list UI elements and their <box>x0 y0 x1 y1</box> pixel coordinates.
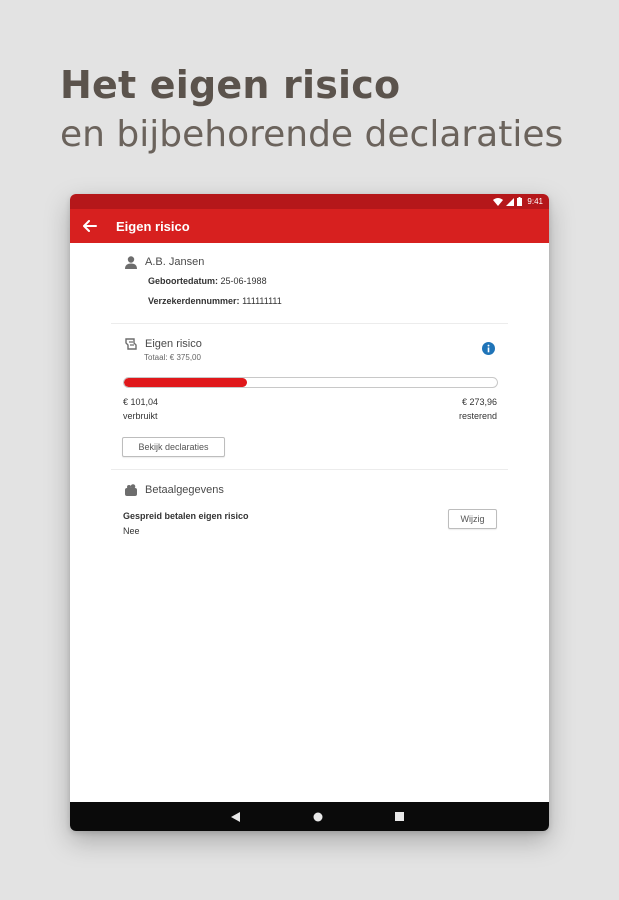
used-amount: € 101,04 <box>123 397 159 407</box>
birthdate-row: Geboortedatum: 25-06-1988 <box>148 276 267 286</box>
square-recents-icon <box>394 812 404 821</box>
app-bar: Eigen risico <box>70 209 549 243</box>
edit-button[interactable]: Wijzig <box>448 509 497 529</box>
promo-headline: Het eigen risico <box>60 63 401 107</box>
birthdate-label: Geboortedatum: <box>148 276 219 286</box>
deductible-icon <box>123 336 139 352</box>
spread-payment-value: Nee <box>123 526 140 536</box>
spread-payment-label: Gespreid betalen eigen risico <box>123 511 249 521</box>
nav-home-button[interactable] <box>308 802 328 831</box>
status-icons: 9:41 <box>493 196 543 207</box>
status-bar: 9:41 <box>70 194 549 209</box>
deductible-total: Totaal: € 375,00 <box>144 353 201 362</box>
info-icon <box>482 342 495 355</box>
wifi-icon <box>493 197 504 206</box>
triangle-back-icon <box>230 811 240 822</box>
battery-icon <box>517 197 523 206</box>
payment-header: Betaalgegevens <box>123 482 224 498</box>
insured-number-label: Verzekerdennummer: <box>148 296 240 306</box>
person-name: A.B. Jansen <box>145 256 205 268</box>
deductible-title: Eigen risico <box>145 338 202 350</box>
nav-recents-button[interactable] <box>389 802 409 831</box>
page-title: Eigen risico <box>116 218 190 234</box>
navigation-bar <box>70 802 549 831</box>
arrow-left-icon <box>83 220 97 232</box>
remaining-amount: € 273,96 <box>461 397 497 407</box>
divider <box>111 469 508 470</box>
wallet-icon <box>123 482 139 498</box>
info-button[interactable] <box>482 342 495 360</box>
used-label: verbruikt <box>123 411 158 421</box>
status-time: 9:41 <box>527 197 543 206</box>
deductible-progress-bar <box>123 377 498 388</box>
tablet-frame: 9:41 Eigen risico A.B. Jansen Geboorteda… <box>70 194 549 831</box>
circle-home-icon <box>313 812 323 821</box>
view-claims-button[interactable]: Bekijk declaraties <box>122 437 225 457</box>
insured-number-value: 111111111 <box>242 296 282 306</box>
promo-subheadline: en bijbehorende declaraties <box>60 114 564 155</box>
promo-headline-block: Het eigen risico en bijbehorende declara… <box>60 62 563 162</box>
back-button[interactable] <box>72 209 108 243</box>
deductible-header: Eigen risico <box>123 336 202 352</box>
person-header: A.B. Jansen <box>123 254 204 270</box>
birthdate-value: 25-06-1988 <box>220 276 267 286</box>
nav-back-button[interactable] <box>225 802 245 831</box>
remaining-label: resterend <box>458 411 497 421</box>
main-content: A.B. Jansen Geboortedatum: 25-06-1988 Ve… <box>70 243 549 800</box>
divider <box>111 323 508 324</box>
payment-title: Betaalgegevens <box>145 484 224 496</box>
signal-icon <box>506 197 515 206</box>
deductible-progress-fill <box>124 378 248 387</box>
person-icon <box>123 254 139 270</box>
insured-number-row: Verzekerdennummer: 111111111 <box>148 296 282 306</box>
